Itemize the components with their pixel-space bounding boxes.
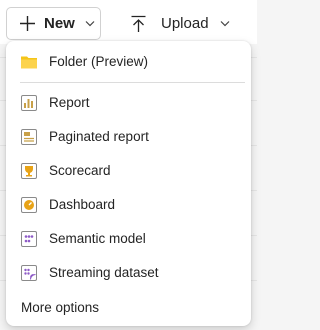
upload-icon bbox=[131, 15, 146, 32]
menu-item-label: Semantic model bbox=[49, 231, 146, 246]
chevron-down-icon bbox=[85, 21, 95, 27]
menu-item-semantic-model[interactable]: Semantic model bbox=[6, 222, 251, 256]
menu-item-streaming-dataset[interactable]: Streaming dataset bbox=[6, 256, 251, 290]
toolbar: New Upload bbox=[0, 0, 257, 44]
menu-item-paginated-report[interactable]: Paginated report bbox=[6, 120, 251, 154]
menu-item-label: Dashboard bbox=[49, 197, 116, 212]
new-button[interactable]: New bbox=[6, 7, 101, 40]
plus-icon bbox=[20, 16, 35, 31]
scorecard-icon bbox=[21, 163, 37, 179]
semantic-model-icon bbox=[21, 231, 37, 247]
menu-item-report[interactable]: Report bbox=[6, 86, 251, 120]
menu-item-label: Paginated report bbox=[49, 129, 149, 144]
menu-item-folder[interactable]: Folder (Preview) bbox=[6, 45, 251, 79]
new-item-menu: Folder (Preview) Report Paginated report… bbox=[6, 41, 251, 326]
chevron-down-icon bbox=[220, 21, 230, 27]
menu-item-label: Report bbox=[49, 95, 90, 110]
upload-button-label: Upload bbox=[161, 15, 209, 32]
paginated-report-icon bbox=[21, 129, 37, 145]
streaming-dataset-icon bbox=[21, 265, 37, 281]
folder-icon bbox=[21, 56, 37, 69]
menu-item-dashboard[interactable]: Dashboard bbox=[6, 188, 251, 222]
dashboard-icon bbox=[21, 197, 37, 213]
menu-separator bbox=[20, 82, 245, 83]
menu-item-label: Folder (Preview) bbox=[49, 54, 149, 69]
menu-item-label: Scorecard bbox=[49, 163, 111, 178]
report-icon bbox=[21, 95, 37, 111]
menu-item-label: Streaming dataset bbox=[49, 265, 159, 280]
more-options-link[interactable]: More options bbox=[21, 300, 99, 315]
upload-button[interactable]: Upload bbox=[124, 7, 244, 40]
menu-item-scorecard[interactable]: Scorecard bbox=[6, 154, 251, 188]
new-button-label: New bbox=[44, 15, 75, 32]
